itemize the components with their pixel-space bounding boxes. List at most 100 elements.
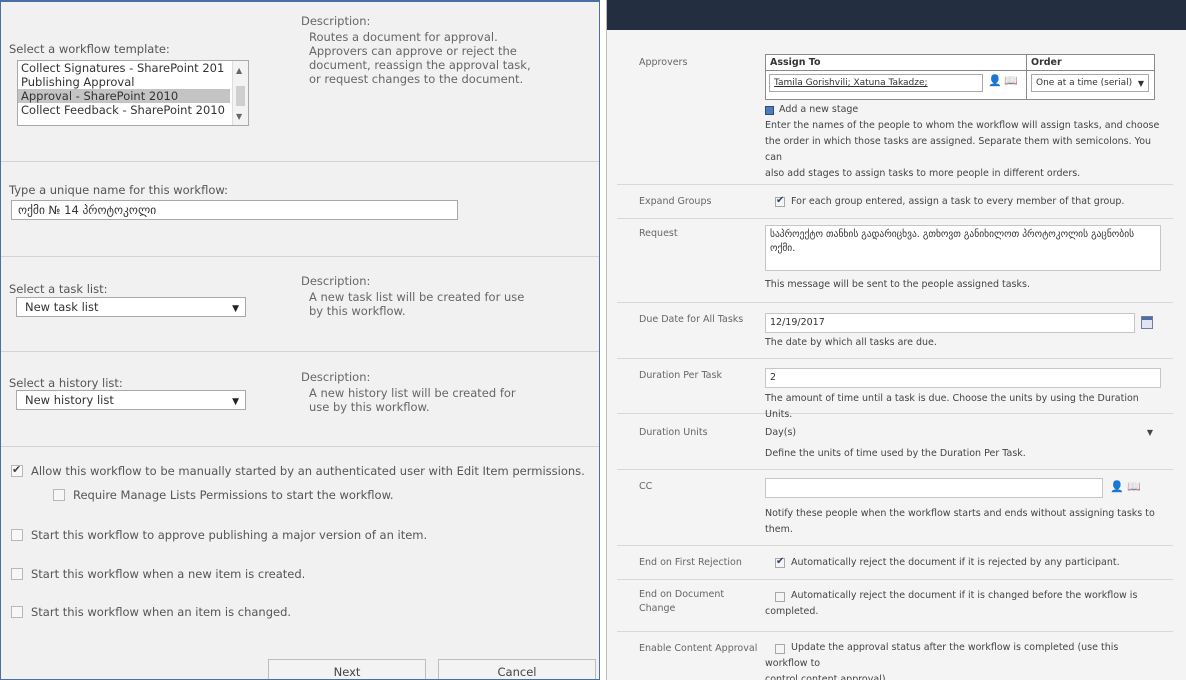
text-line: Automatically reject the document if it … xyxy=(791,590,1138,601)
cc-row: CC 👤 📖 Notify these people when the work… xyxy=(617,470,1173,546)
on-create-checkbox[interactable] xyxy=(11,568,23,580)
due-date-input[interactable]: 12/19/2017 xyxy=(765,313,1135,333)
name-section: Type a unique name for this workflow: xyxy=(1,162,599,257)
add-stage-link[interactable]: Add a new stage xyxy=(779,102,979,118)
duration-units-value: Day(s) xyxy=(765,427,797,438)
end-rejection-text: Automatically reject the document if it … xyxy=(791,557,1120,568)
on-change-label: Start this workflow when an item is chan… xyxy=(31,605,292,619)
history-list-label: Select a history list: xyxy=(9,376,123,390)
workflow-settings-panel: Select a workflow template: Collect Sign… xyxy=(0,0,600,680)
template-description: Routes a document for approval. Approver… xyxy=(309,30,531,86)
chevron-down-icon: ▼ xyxy=(232,397,239,407)
approval-settings-panel: Approvers Assign To Order Tamila Gorishv… xyxy=(606,0,1186,680)
help-line: Notify these people when the workflow st… xyxy=(765,508,1155,519)
task-list-label: Select a task list: xyxy=(9,282,108,296)
label-line: Change xyxy=(639,603,676,614)
scroll-down-icon[interactable]: ▼ xyxy=(236,113,242,121)
desc-line: A new history list will be created for xyxy=(309,386,516,400)
task-description-title: Description: xyxy=(301,274,371,288)
content-approval-row: Enable Content Approval Update the appro… xyxy=(617,632,1173,680)
add-stage-icon[interactable] xyxy=(765,106,774,115)
help-line: also add stages to assign tasks to more … xyxy=(765,168,1081,179)
due-date-label: Due Date for All Tasks xyxy=(639,314,744,325)
listbox-scrollbar[interactable]: ▲ ▼ xyxy=(232,61,248,125)
help-line: them. xyxy=(765,524,793,535)
end-change-label: End on Document Change xyxy=(639,588,749,616)
calendar-icon[interactable] xyxy=(1141,316,1153,329)
template-listbox[interactable]: Collect Signatures - SharePoint 201 Publ… xyxy=(17,60,249,126)
table-divider xyxy=(1026,55,1027,99)
on-create-label: Start this workflow when a new item is c… xyxy=(31,567,306,581)
duration-units-select[interactable]: Day(s) ▼ xyxy=(765,425,1161,441)
history-description: A new history list will be created for u… xyxy=(309,386,516,414)
order-value: One at a time (serial) xyxy=(1036,78,1133,88)
help-line: the order in which those tasks are assig… xyxy=(765,136,1152,163)
order-select[interactable]: One at a time (serial) ▼ xyxy=(1031,74,1149,92)
text-line: control content approval). xyxy=(765,674,889,680)
approve-publish-checkbox[interactable] xyxy=(11,529,23,541)
address-book-icon[interactable]: 📖 xyxy=(1127,480,1141,493)
require-manage-checkbox[interactable] xyxy=(53,489,65,501)
on-change-checkbox[interactable] xyxy=(11,606,23,618)
next-button[interactable]: Next xyxy=(268,659,426,679)
desc-line: Approvers can approve or reject the xyxy=(309,44,517,58)
content-approval-label: Enable Content Approval xyxy=(639,643,758,654)
assign-to-input[interactable]: Tamila Gorishvili; Xatuna Takadze; xyxy=(769,74,983,92)
duration-units-help: Define the units of time used by the Dur… xyxy=(765,448,1026,459)
template-option[interactable]: Collect Feedback - SharePoint 2010 xyxy=(18,103,230,117)
label-line: End on Document xyxy=(639,589,725,600)
scroll-up-icon[interactable]: ▲ xyxy=(236,67,242,75)
manual-start-label: Allow this workflow to be manually start… xyxy=(31,464,585,478)
workflow-name-input[interactable] xyxy=(11,200,458,220)
expand-groups-text: For each group entered, assign a task to… xyxy=(791,196,1125,207)
approve-publish-label: Start this workflow to approve publishin… xyxy=(31,528,428,542)
check-names-icon[interactable]: 👤 xyxy=(1110,480,1124,493)
end-rejection-row: End on First Rejection Automatically rej… xyxy=(617,546,1173,580)
task-list-select[interactable]: New task list ▼ xyxy=(16,297,246,317)
expand-groups-checkbox[interactable] xyxy=(775,195,785,207)
desc-line: use by this workflow. xyxy=(309,400,430,414)
order-header: Order xyxy=(1031,57,1062,68)
content-approval-text: Update the approval status after the wor… xyxy=(765,640,1160,680)
expand-groups-label: Expand Groups xyxy=(639,196,712,207)
end-change-row: End on Document Change Automatically rej… xyxy=(617,580,1173,632)
check-names-icon[interactable]: 👤 xyxy=(988,74,1002,87)
template-option[interactable]: Collect Signatures - SharePoint 201 xyxy=(18,61,230,75)
desc-line: Routes a document for approval. xyxy=(309,30,498,44)
scroll-thumb[interactable] xyxy=(236,86,245,106)
chevron-down-icon: ▼ xyxy=(232,304,239,314)
desc-line: document, reassign the approval task, xyxy=(309,58,531,72)
template-section: Select a workflow template: Collect Sign… xyxy=(1,2,599,162)
request-textarea[interactable]: საპროექტო თანხის გადარიცხვა. გთხოვთ განი… xyxy=(765,225,1161,271)
approvers-help: Enter the names of the people to whom th… xyxy=(765,118,1160,182)
help-line: Enter the names of the people to whom th… xyxy=(765,120,1160,131)
duration-label: Duration Per Task xyxy=(639,370,722,381)
task-description: A new task list will be created for use … xyxy=(309,290,524,318)
assign-to-header: Assign To xyxy=(770,57,821,68)
table-divider xyxy=(766,70,1154,71)
manual-start-checkbox[interactable] xyxy=(11,463,23,477)
name-label: Type a unique name for this workflow: xyxy=(9,183,228,197)
end-change-text: Automatically reject the document if it … xyxy=(765,588,1160,620)
address-book-icon[interactable]: 📖 xyxy=(1004,74,1018,87)
duration-input[interactable]: 2 xyxy=(765,368,1161,388)
cc-label: CC xyxy=(639,481,653,492)
due-date-row: Due Date for All Tasks 12/19/2017 The da… xyxy=(617,303,1173,359)
template-option[interactable]: Publishing Approval xyxy=(18,75,230,89)
end-rejection-checkbox[interactable] xyxy=(775,556,785,568)
duration-units-label: Duration Units xyxy=(639,427,708,438)
approvers-row: Approvers Assign To Order Tamila Gorishv… xyxy=(617,40,1173,185)
history-list-section: Select a history list: New history list … xyxy=(1,352,599,447)
template-description-title: Description: xyxy=(301,14,371,28)
request-label: Request xyxy=(639,228,678,239)
request-help: This message will be sent to the people … xyxy=(765,279,1030,290)
template-option-selected[interactable]: Approval - SharePoint 2010 xyxy=(18,89,230,103)
history-list-select[interactable]: New history list ▼ xyxy=(16,390,246,410)
require-manage-label: Require Manage Lists Permissions to star… xyxy=(73,488,394,502)
cancel-button[interactable]: Cancel xyxy=(438,659,596,679)
end-rejection-label: End on First Rejection xyxy=(639,557,742,568)
approvers-label: Approvers xyxy=(639,57,688,68)
expand-groups-row: Expand Groups For each group entered, as… xyxy=(617,185,1173,219)
cc-input[interactable] xyxy=(765,478,1103,498)
text-line: completed. xyxy=(765,606,819,617)
